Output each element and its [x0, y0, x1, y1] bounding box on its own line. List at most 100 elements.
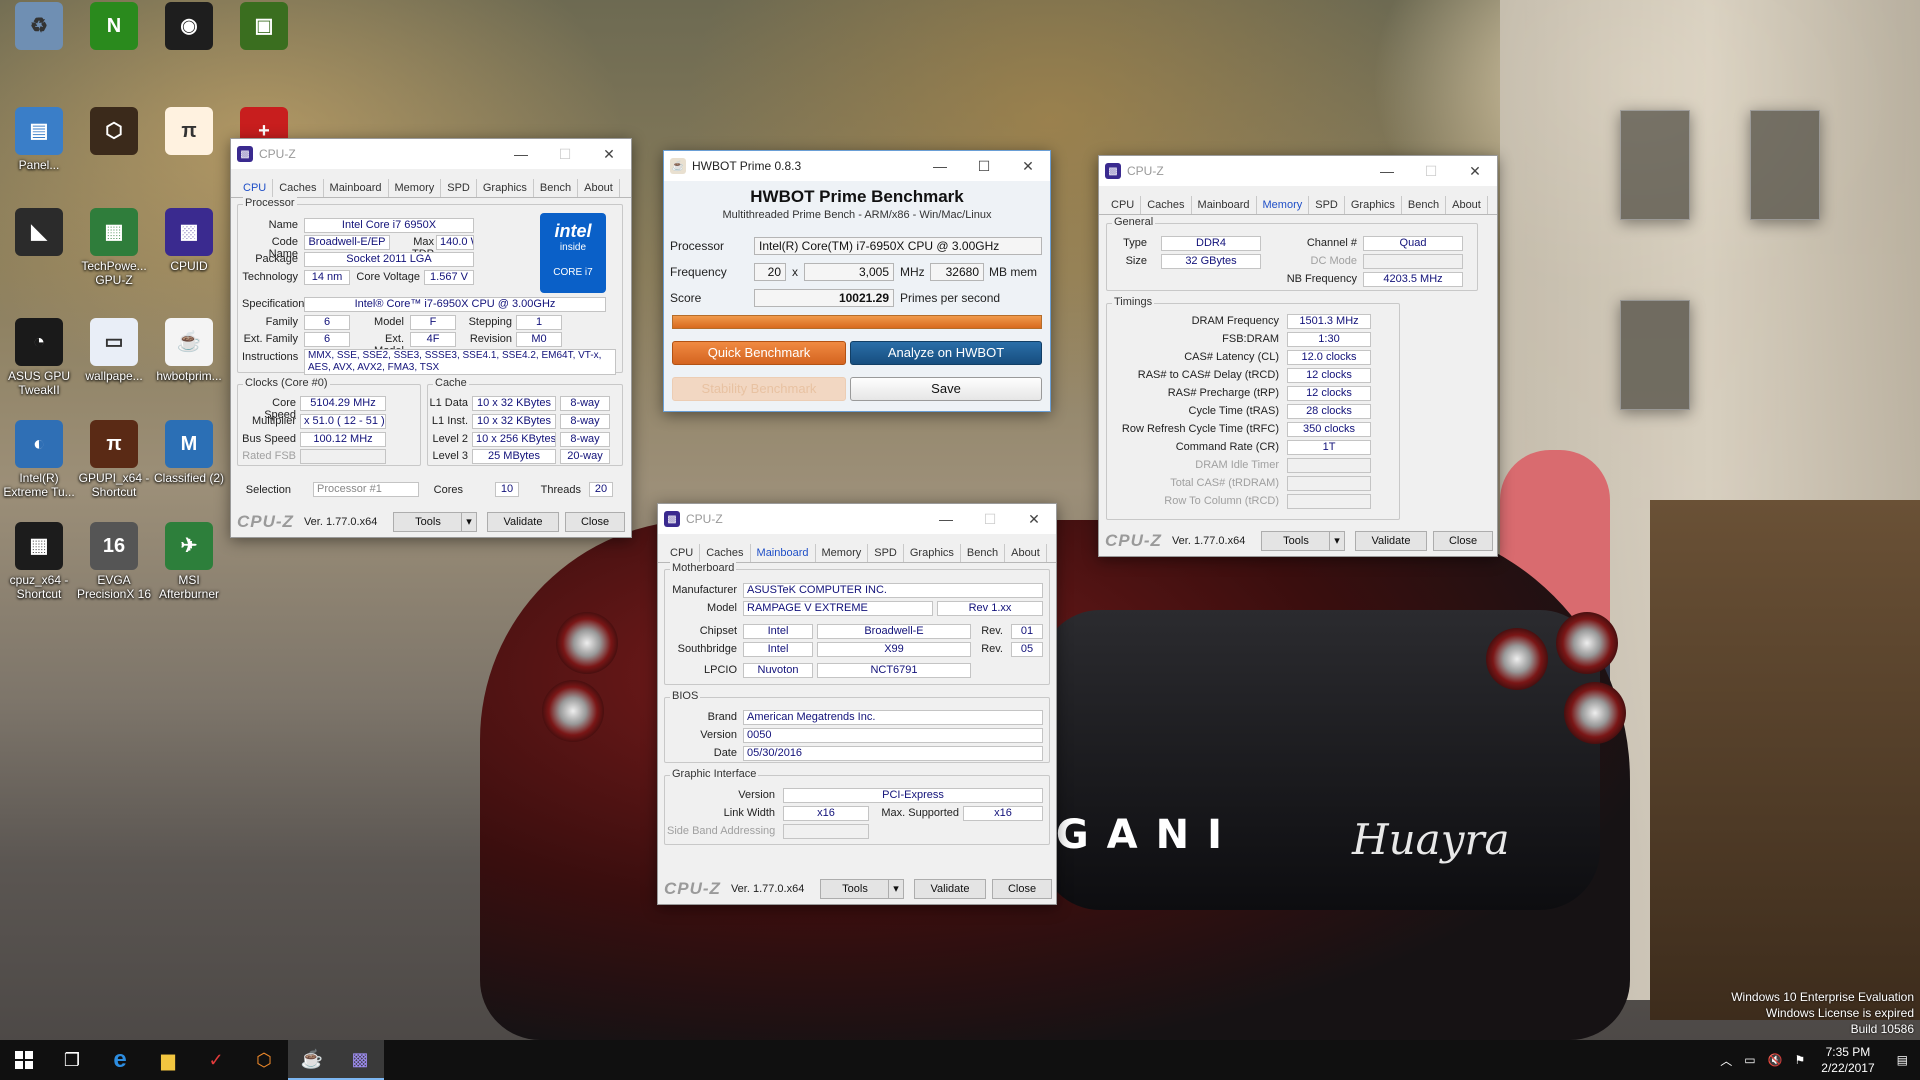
- volume-muted-icon[interactable]: 🔇: [1762, 1053, 1789, 1067]
- desktop-shortcut[interactable]: π: [150, 107, 228, 158]
- task-view-icon[interactable]: ❐: [48, 1040, 96, 1080]
- maximize-button[interactable]: ☐: [962, 158, 1006, 175]
- tab-cpu[interactable]: CPU: [1105, 196, 1142, 214]
- cpuz-taskbar-icon[interactable]: ▩: [336, 1040, 384, 1080]
- stability-benchmark-button[interactable]: Stability Benchmark: [672, 377, 846, 401]
- desktop-shortcut[interactable]: ☕ hwbotprim...: [150, 318, 228, 383]
- close-button[interactable]: Close: [1433, 531, 1493, 551]
- cpuz-cpu-window[interactable]: ▩ CPU-Z — ☐ ✕ CPU Caches Mainboard Memory …: [230, 138, 632, 538]
- tab-spd[interactable]: SPD: [868, 544, 904, 562]
- tab-memory[interactable]: Memory: [1257, 196, 1310, 214]
- tab-bench[interactable]: Bench: [961, 544, 1006, 562]
- desktop-shortcut[interactable]: N: [75, 2, 153, 53]
- title-bar[interactable]: ▩ CPU-Z — ☐ ✕: [658, 504, 1056, 534]
- quick-benchmark-button[interactable]: Quick Benchmark: [672, 341, 846, 365]
- tab-graphics[interactable]: Graphics: [477, 179, 534, 197]
- tab-about[interactable]: About: [1005, 544, 1047, 562]
- close-window-button[interactable]: ✕: [1006, 158, 1050, 175]
- close-button[interactable]: Close: [992, 879, 1052, 899]
- tray-overflow-icon[interactable]: ︿: [1714, 1052, 1738, 1069]
- cpuz-mainboard-window[interactable]: ▩ CPU-Z — ☐ ✕ CPU Caches Mainboard Memory …: [657, 503, 1057, 905]
- aida-taskbar-icon[interactable]: ✓: [192, 1040, 240, 1080]
- tools-button[interactable]: Tools: [1261, 531, 1331, 551]
- desktop-shortcut[interactable]: π GPUPI_x64 - Shortcut: [75, 420, 153, 499]
- close-window-button[interactable]: ✕: [587, 146, 631, 163]
- desktop-shortcut[interactable]: ◉: [150, 2, 228, 53]
- tab-graphics[interactable]: Graphics: [904, 544, 961, 562]
- minimize-button[interactable]: —: [499, 146, 543, 163]
- maximize-button[interactable]: ☐: [1409, 163, 1453, 180]
- tab-caches[interactable]: Caches: [1141, 196, 1192, 214]
- file-explorer-icon[interactable]: ▆: [144, 1040, 192, 1080]
- desktop-shortcut[interactable]: ▦ TechPowe... GPU-Z: [75, 208, 153, 287]
- desktop-shortcut[interactable]: ✈ MSI Afterburner: [150, 522, 228, 601]
- start-button[interactable]: [0, 1040, 48, 1080]
- save-button[interactable]: Save: [850, 377, 1042, 401]
- tab-mainboard[interactable]: Mainboard: [1192, 196, 1257, 214]
- desktop-shortcut[interactable]: ▤ Panel...: [0, 107, 78, 172]
- tools-button[interactable]: Tools: [820, 879, 890, 899]
- desktop-shortcut[interactable]: ▣: [225, 2, 303, 53]
- superpi-icon: π: [165, 107, 213, 155]
- tab-cpu[interactable]: CPU: [237, 179, 274, 197]
- desktop-shortcut[interactable]: ▦ cpuz_x64 - Shortcut: [0, 522, 78, 601]
- desktop-shortcut[interactable]: ▭ wallpape...: [75, 318, 153, 383]
- title-bar[interactable]: ▩ CPU-Z — ☐ ✕: [1099, 156, 1497, 186]
- tab-bench[interactable]: Bench: [1402, 196, 1447, 214]
- minimize-button[interactable]: —: [924, 511, 968, 528]
- tab-spd[interactable]: SPD: [1309, 196, 1345, 214]
- desktop-shortcut[interactable]: ⬡: [75, 107, 153, 158]
- tab-spd[interactable]: SPD: [441, 179, 477, 197]
- tools-button[interactable]: Tools: [393, 512, 463, 532]
- desktop-shortcut[interactable]: ◣: [0, 208, 78, 259]
- tab-memory[interactable]: Memory: [816, 544, 869, 562]
- validate-button[interactable]: Validate: [914, 879, 986, 899]
- action-center-flag-icon[interactable]: ⚑: [1789, 1053, 1812, 1067]
- desktop-shortcut[interactable]: 16 EVGA PrecisionX 16: [75, 522, 153, 601]
- bios-version-label: Version: [700, 729, 737, 741]
- title-bar[interactable]: ▩ CPU-Z — ☐ ✕: [231, 139, 631, 169]
- minimize-button[interactable]: —: [1365, 163, 1409, 180]
- desktop-shortcut[interactable]: ◔ ASUS GPU TweakII: [0, 318, 78, 397]
- tab-memory[interactable]: Memory: [389, 179, 442, 197]
- minimize-button[interactable]: —: [918, 158, 962, 175]
- analyze-hwbot-button[interactable]: Analyze on HWBOT: [850, 341, 1042, 365]
- tab-mainboard[interactable]: Mainboard: [751, 544, 816, 562]
- tab-caches[interactable]: Caches: [700, 544, 751, 562]
- maximize-button[interactable]: ☐: [968, 511, 1012, 528]
- validate-button[interactable]: Validate: [1355, 531, 1427, 551]
- cpuz-memory-window[interactable]: ▩ CPU-Z — ☐ ✕ CPU Caches Mainboard Memory …: [1098, 155, 1498, 557]
- logo-line: CORE i7: [553, 267, 593, 278]
- tools-dropdown-icon[interactable]: ▾: [1329, 531, 1345, 551]
- desktop-shortcut[interactable]: ▩ CPUID: [150, 208, 228, 273]
- desktop-shortcut[interactable]: M Classified (2): [150, 420, 228, 485]
- tab-mainboard[interactable]: Mainboard: [324, 179, 389, 197]
- tab-caches[interactable]: Caches: [273, 179, 324, 197]
- edge-icon[interactable]: e: [96, 1040, 144, 1080]
- close-window-button[interactable]: ✕: [1453, 163, 1497, 180]
- java-taskbar-icon[interactable]: ☕: [288, 1040, 336, 1080]
- title-bar[interactable]: ☕ HWBOT Prime 0.8.3 — ☐ ✕: [664, 151, 1050, 181]
- notifications-icon[interactable]: ▤: [1885, 1053, 1920, 1067]
- tab-about[interactable]: About: [1446, 196, 1488, 214]
- tools-dropdown-icon[interactable]: ▾: [888, 879, 904, 899]
- tab-graphics[interactable]: Graphics: [1345, 196, 1402, 214]
- network-icon[interactable]: ▭: [1738, 1053, 1761, 1067]
- channel-label: Channel #: [1306, 237, 1357, 249]
- desktop-shortcut[interactable]: ♻: [0, 2, 78, 53]
- hwbot-prime-window[interactable]: ☕ HWBOT Prime 0.8.3 — ☐ ✕ HWBOT Prime Benc…: [663, 150, 1051, 412]
- close-window-button[interactable]: ✕: [1012, 511, 1056, 528]
- tab-bench[interactable]: Bench: [534, 179, 579, 197]
- desktop-shortcut[interactable]: ◐ Intel(R) Extreme Tu...: [0, 420, 78, 499]
- orange-app-taskbar-icon[interactable]: ⬡: [240, 1040, 288, 1080]
- tab-about[interactable]: About: [578, 179, 620, 197]
- gpupi-icon: π: [90, 420, 138, 468]
- processor-select[interactable]: Processor #1: [313, 482, 419, 497]
- clock[interactable]: 7:35 PM 2/22/2017: [1811, 1044, 1884, 1076]
- tab-cpu[interactable]: CPU: [664, 544, 701, 562]
- tools-dropdown-icon[interactable]: ▾: [461, 512, 477, 532]
- close-button[interactable]: Close: [565, 512, 625, 532]
- validate-button[interactable]: Validate: [487, 512, 559, 532]
- specification-label: Specification: [242, 298, 305, 310]
- maximize-button[interactable]: ☐: [543, 146, 587, 163]
